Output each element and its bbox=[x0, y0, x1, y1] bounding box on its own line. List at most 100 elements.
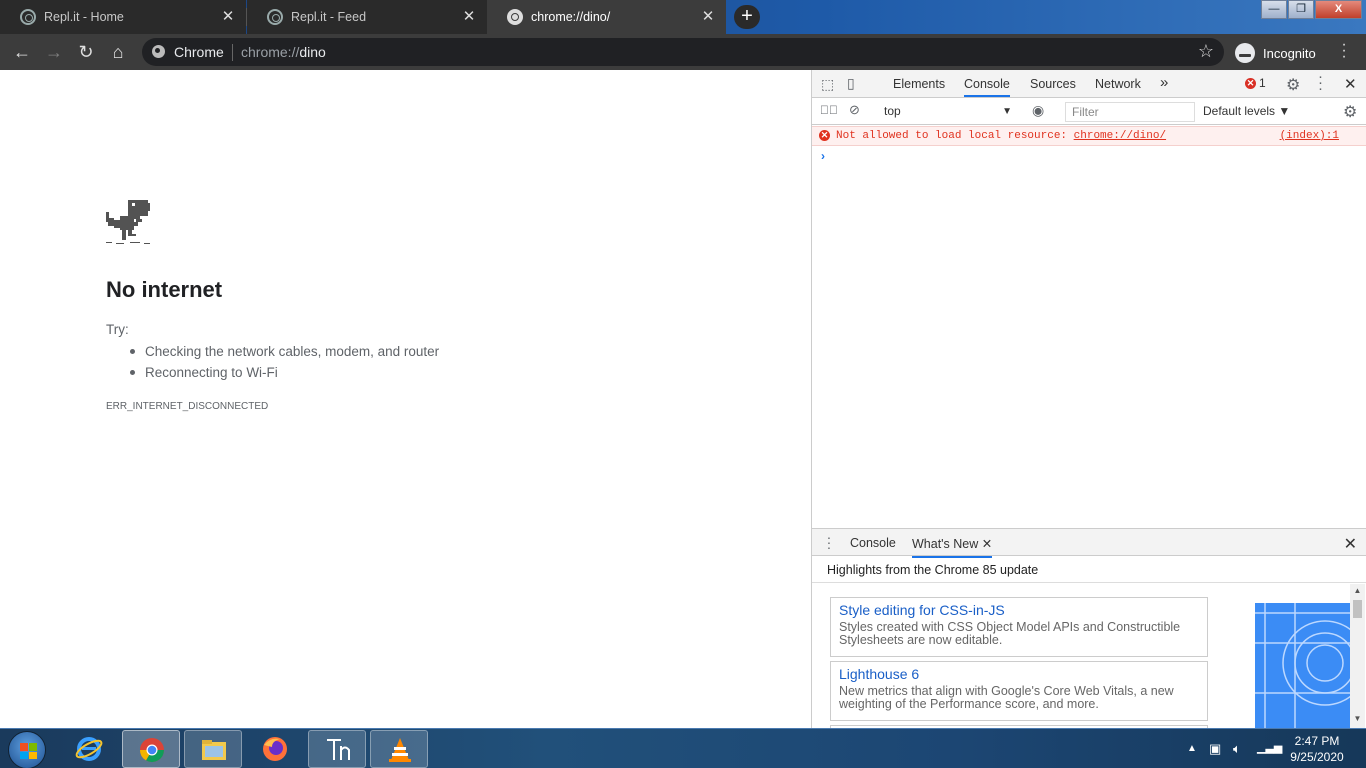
close-icon[interactable]: ✕ bbox=[700, 9, 716, 25]
bookmark-star-icon[interactable]: ☆ bbox=[1198, 41, 1214, 62]
url-text[interactable]: chrome://dino bbox=[241, 44, 326, 60]
close-devtools-icon[interactable]: ✕ bbox=[1344, 75, 1357, 93]
home-button[interactable]: ⌂ bbox=[106, 40, 130, 64]
tab-sources[interactable]: Sources bbox=[1030, 77, 1076, 91]
network-signal-icon[interactable]: ▁▃▅ bbox=[1257, 741, 1282, 754]
error-source-link[interactable]: (index):1 bbox=[1280, 130, 1339, 142]
tab-title: Repl.it - Home bbox=[44, 10, 124, 24]
close-icon[interactable]: ✕ bbox=[982, 537, 992, 551]
list-item: Reconnecting to Wi-Fi bbox=[129, 364, 439, 385]
browser-toolbar: ← → ↻ ⌂ Chrome chrome://dino ☆ Incognito… bbox=[0, 34, 1366, 70]
address-bar[interactable]: Chrome chrome://dino ☆ bbox=[142, 38, 1224, 66]
scroll-down-icon[interactable]: ▼ bbox=[1353, 714, 1362, 723]
replit-icon bbox=[267, 9, 283, 25]
tab-console[interactable]: Console bbox=[964, 77, 1010, 97]
windows-logo-icon bbox=[20, 743, 37, 759]
system-clock[interactable]: 2:47 PM 9/25/2020 bbox=[1282, 733, 1352, 765]
url-host: dino bbox=[299, 44, 326, 60]
dino-icon[interactable] bbox=[106, 200, 152, 246]
whats-new-card[interactable]: Style editing for CSS-in-JS Styles creat… bbox=[830, 597, 1208, 657]
list-item: Checking the network cables, modem, and … bbox=[129, 343, 439, 364]
card-title[interactable]: Lighthouse 6 bbox=[839, 666, 1199, 682]
eye-icon[interactable]: ◉ bbox=[1032, 102, 1044, 119]
error-message: Not allowed to load local resource: chro… bbox=[836, 130, 1166, 142]
firefox-icon bbox=[263, 737, 287, 761]
error-count-badge[interactable]: ✕ 1 bbox=[1245, 76, 1266, 90]
replit-icon bbox=[20, 9, 36, 25]
scrollbar[interactable]: ▲ ▼ bbox=[1350, 584, 1365, 728]
start-button[interactable] bbox=[8, 731, 46, 768]
tab-title: Repl.it - Feed bbox=[291, 10, 367, 24]
context-value: top bbox=[884, 104, 901, 118]
omnibox-chip: Chrome bbox=[174, 44, 224, 60]
divider bbox=[812, 582, 1366, 583]
taskbar-internet-explorer[interactable] bbox=[60, 730, 118, 768]
drawer-menu-icon[interactable]: · · · bbox=[826, 530, 832, 554]
show-hidden-icons-icon[interactable]: ▲ bbox=[1187, 743, 1197, 754]
new-tab-button[interactable]: + bbox=[734, 5, 760, 29]
volume-icon[interactable]: 🔈︎ bbox=[1233, 741, 1241, 757]
taskbar-chrome[interactable] bbox=[122, 730, 180, 768]
drawer-tab-whats-new[interactable]: What's New ✕ bbox=[912, 536, 993, 558]
close-icon[interactable]: ✕ bbox=[220, 9, 236, 25]
clear-console-icon[interactable]: ⊘ bbox=[849, 102, 860, 118]
reload-button[interactable]: ↻ bbox=[74, 40, 98, 64]
taskbar-firefox[interactable] bbox=[246, 730, 304, 768]
incognito-icon bbox=[1235, 43, 1255, 63]
back-button[interactable]: ← bbox=[10, 40, 34, 64]
omnibox-divider bbox=[232, 44, 233, 61]
error-link[interactable]: chrome://dino/ bbox=[1074, 130, 1166, 142]
devtools-tab-bar: ⬚ ▯ Elements Console Sources Network » ✕… bbox=[812, 69, 1366, 98]
card-title[interactable]: Style editing for CSS-in-JS bbox=[839, 602, 1199, 618]
taskbar-vlc[interactable] bbox=[370, 730, 428, 768]
internet-explorer-icon bbox=[75, 737, 103, 761]
scrollbar-thumb[interactable] bbox=[1353, 600, 1362, 618]
action-center-icon[interactable]: ▣ bbox=[1209, 741, 1221, 757]
drawer-tab-console[interactable]: Console bbox=[850, 536, 896, 550]
taskbar-file-explorer[interactable] bbox=[184, 730, 242, 768]
settings-gear-icon[interactable]: ⚙ bbox=[1286, 75, 1300, 95]
minimize-button[interactable]: — bbox=[1261, 0, 1287, 19]
card-description: New metrics that align with Google's Cor… bbox=[839, 684, 1174, 711]
file-explorer-icon bbox=[202, 740, 226, 760]
context-select[interactable]: top ▼ bbox=[878, 102, 1014, 121]
console-settings-gear-icon[interactable]: ⚙ bbox=[1343, 102, 1357, 122]
log-levels-dropdown[interactable]: Default levels ▼ bbox=[1203, 104, 1290, 118]
scroll-up-icon[interactable]: ▲ bbox=[1353, 586, 1362, 595]
device-toolbar-icon[interactable]: ▯ bbox=[847, 75, 855, 92]
incognito-profile-button[interactable]: Incognito bbox=[1235, 41, 1316, 65]
browser-menu-icon[interactable]: · · · bbox=[1338, 37, 1350, 65]
close-drawer-icon[interactable]: ✕ bbox=[1344, 534, 1357, 554]
tab-chrome-dino[interactable]: chrome://dino/ ✕ bbox=[487, 0, 726, 34]
chrome-icon bbox=[140, 738, 164, 763]
tab-elements[interactable]: Elements bbox=[893, 77, 945, 91]
clock-time: 2:47 PM bbox=[1294, 734, 1340, 748]
taskbar-typora[interactable] bbox=[308, 730, 366, 768]
chrome-page-icon[interactable] bbox=[152, 45, 165, 58]
tab-replit-home[interactable]: Repl.it - Home ✕ bbox=[0, 0, 246, 34]
try-label: Try: bbox=[106, 322, 129, 337]
tab-replit-feed[interactable]: Repl.it - Feed ✕ bbox=[247, 0, 487, 34]
filter-input[interactable]: Filter bbox=[1065, 102, 1195, 122]
card-description: Styles created with CSS Object Model API… bbox=[839, 620, 1181, 647]
console-toolbar: ▶⃞ ⊘ top ▼ ◉ Filter Default levels ▼ ⚙ bbox=[812, 98, 1366, 125]
tab-network[interactable]: Network bbox=[1095, 77, 1141, 91]
maximize-button[interactable]: ❐ bbox=[1288, 0, 1314, 19]
forward-button[interactable]: → bbox=[42, 40, 66, 64]
whats-new-card[interactable]: Lighthouse 6 New metrics that align with… bbox=[830, 661, 1208, 721]
tab-strip: Repl.it - Home ✕ Repl.it - Feed ✕ chrome… bbox=[0, 0, 1366, 34]
close-icon[interactable]: ✕ bbox=[461, 9, 477, 25]
error-icon: ✕ bbox=[819, 130, 830, 141]
url-scheme: chrome:// bbox=[241, 44, 300, 60]
page-title: No internet bbox=[106, 277, 223, 302]
error-text: Not allowed to load local resource: bbox=[836, 130, 1074, 142]
window-close-button[interactable]: X bbox=[1315, 0, 1362, 19]
whats-new-illustration bbox=[1255, 603, 1351, 728]
devtools-menu-icon[interactable]: · · · bbox=[1318, 69, 1323, 96]
inspect-element-icon[interactable]: ⬚ bbox=[821, 76, 834, 93]
console-prompt[interactable]: › bbox=[821, 149, 825, 163]
more-tabs-icon[interactable]: » bbox=[1160, 74, 1168, 91]
show-sidebar-icon[interactable]: ▶⃞ bbox=[820, 103, 838, 117]
incognito-label: Incognito bbox=[1263, 45, 1316, 61]
taskbar: ▲ ▣ 🔈︎ ▁▃▅ 2:47 PM 9/25/2020 bbox=[0, 728, 1366, 768]
